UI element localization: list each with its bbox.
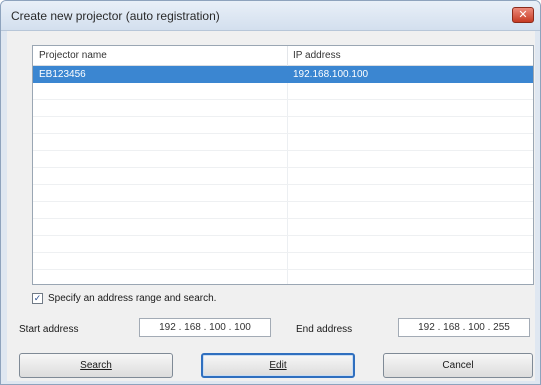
start-address-label: Start address bbox=[19, 324, 79, 335]
address-range-label: Specify an address range and search. bbox=[48, 293, 217, 304]
end-address-input[interactable]: 192 . 168 . 100 . 255 bbox=[398, 318, 530, 337]
search-button-label: Search bbox=[80, 360, 112, 371]
close-icon: ✕ bbox=[518, 9, 528, 21]
edit-button[interactable]: Edit bbox=[201, 353, 355, 378]
empty-row bbox=[33, 219, 533, 236]
ip-address-cell: 192.168.100.100 bbox=[293, 69, 369, 80]
end-address-label: End address bbox=[296, 324, 353, 335]
empty-row bbox=[33, 117, 533, 134]
address-range-checkbox[interactable]: ✓ bbox=[32, 293, 43, 304]
dialog-body: Projector name IP address EB123456 192.1… bbox=[7, 31, 535, 381]
window-title: Create new projector (auto registration) bbox=[11, 9, 220, 23]
empty-row bbox=[33, 185, 533, 202]
empty-row bbox=[33, 100, 533, 117]
edit-button-label: Edit bbox=[269, 360, 287, 371]
list-header: Projector name IP address bbox=[33, 46, 533, 66]
table-row[interactable]: EB123456 192.168.100.100 bbox=[33, 66, 533, 83]
empty-row bbox=[33, 134, 533, 151]
cancel-button-label: Cancel bbox=[442, 360, 474, 371]
empty-row bbox=[33, 151, 533, 168]
empty-row bbox=[33, 253, 533, 270]
column-divider[interactable] bbox=[287, 46, 288, 66]
dialog-window: Create new projector (auto registration)… bbox=[0, 0, 541, 385]
empty-row bbox=[33, 83, 533, 100]
title-bar[interactable]: Create new projector (auto registration)… bbox=[1, 1, 540, 31]
start-address-input[interactable]: 192 . 168 . 100 . 100 bbox=[139, 318, 271, 337]
column-header-projector-name[interactable]: Projector name bbox=[39, 50, 107, 61]
checkmark-icon: ✓ bbox=[33, 293, 42, 303]
projector-name-cell: EB123456 bbox=[39, 69, 86, 80]
empty-row bbox=[33, 202, 533, 219]
empty-row bbox=[33, 168, 533, 185]
projector-list[interactable]: Projector name IP address EB123456 192.1… bbox=[32, 45, 534, 285]
empty-row bbox=[33, 236, 533, 253]
column-header-ip-address[interactable]: IP address bbox=[293, 50, 341, 61]
close-button[interactable]: ✕ bbox=[512, 7, 534, 23]
cancel-button[interactable]: Cancel bbox=[383, 353, 533, 378]
search-button[interactable]: Search bbox=[19, 353, 173, 378]
